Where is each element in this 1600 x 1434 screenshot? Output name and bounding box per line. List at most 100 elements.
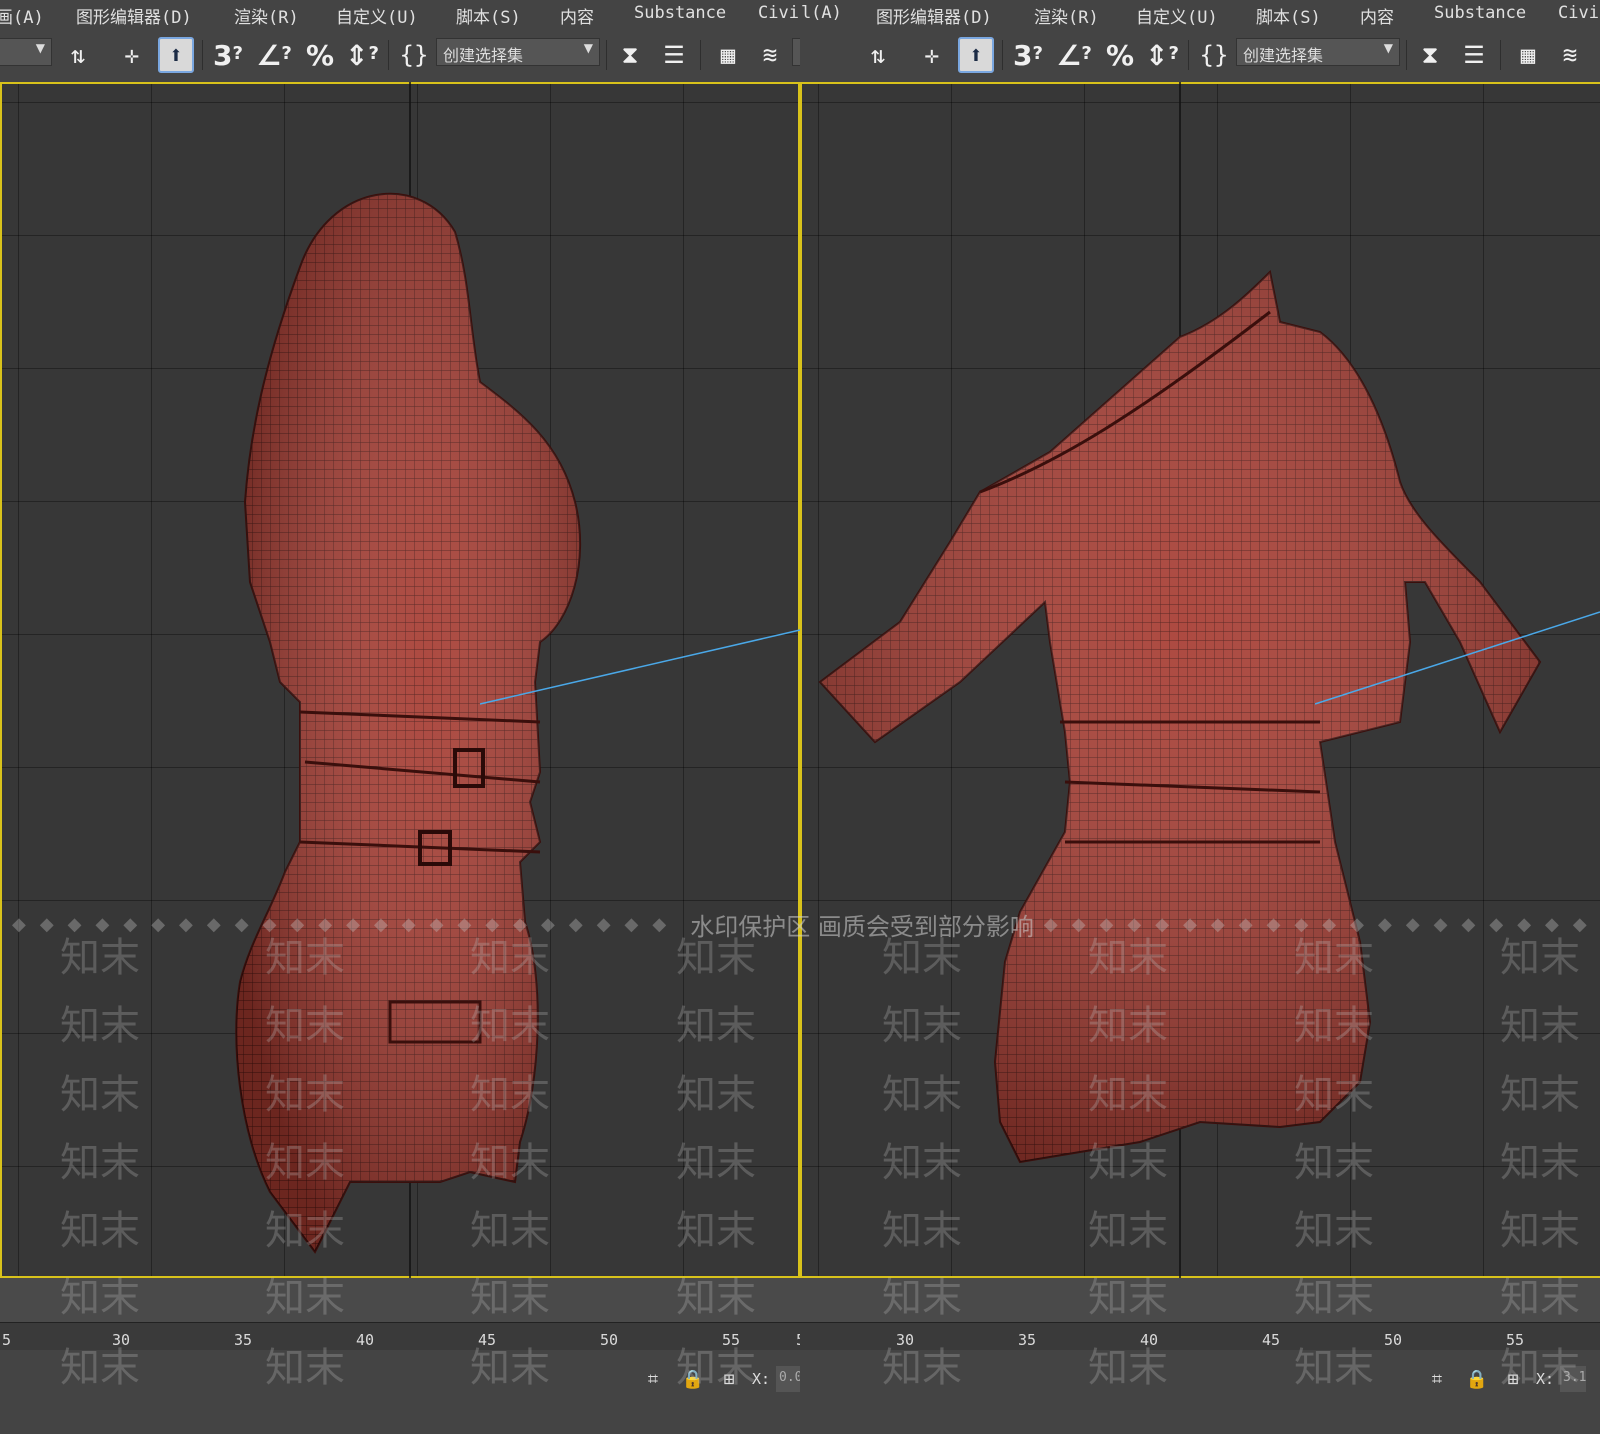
layer-dropdown[interactable]: ▼ <box>792 38 800 66</box>
filter-dropdown[interactable]: ▼ <box>0 38 52 66</box>
snap-3d-icon[interactable]: 3? <box>1010 37 1046 73</box>
menu-bar: 图形编辑器(D) 渲染(R) 自定义(U) 脚本(S) 内容 Substance… <box>800 0 1600 28</box>
viewport-right[interactable] <box>800 82 1600 1278</box>
isolate-selection-icon[interactable]: ⌗ <box>1426 1368 1448 1390</box>
menu-item-graph-editors[interactable]: 图形编辑器(D) <box>76 3 192 28</box>
timeline[interactable]: 5 30 35 40 45 50 55 <box>800 1278 1600 1351</box>
scene-explorer-icon[interactable]: ▦ <box>1510 37 1546 73</box>
select-link-icon[interactable]: ⇅ <box>60 37 96 73</box>
mirror-icon[interactable]: ⧗ <box>612 37 648 73</box>
edit-named-selection-icon[interactable]: {} <box>396 37 432 73</box>
move-icon[interactable]: ✛ <box>114 37 150 73</box>
mirror-icon[interactable]: ⧗ <box>1412 37 1448 73</box>
menu-bar: 画(A) 图形编辑器(D) 渲染(R) 自定义(U) 脚本(S) 内容 Subs… <box>0 0 800 28</box>
viewport-left-canvas <box>235 82 800 1278</box>
left-panel: 画(A) 图形编辑器(D) 渲染(R) 自定义(U) 脚本(S) 内容 Subs… <box>0 0 800 1434</box>
toolbar-divider <box>1500 40 1501 70</box>
tick-label: 35 <box>1018 1331 1037 1349</box>
menu-item-customize[interactable]: 自定义(U) <box>336 3 418 28</box>
layer-explorer-icon[interactable]: ≋ <box>1552 37 1588 73</box>
tick-label: 55 <box>1506 1331 1525 1349</box>
spinner-snap-label: ⇕ <box>1145 38 1169 72</box>
selection-set-placeholder: 创建选择集 <box>1243 46 1324 65</box>
lock-icon[interactable]: 🔒 <box>682 1368 704 1390</box>
tick-label: 50 <box>600 1331 619 1349</box>
timeline-ruler[interactable]: 5 30 35 40 45 50 55 5 <box>0 1322 800 1351</box>
menu-item-graph-editors[interactable]: 图形编辑器(D) <box>876 3 992 28</box>
select-object-icon[interactable]: ⬆ <box>958 37 994 73</box>
snap-3d-label: 3 <box>1013 38 1033 72</box>
angle-snap-icon[interactable]: ∠? <box>256 37 292 73</box>
x-coord-label: X: <box>1536 1370 1555 1388</box>
menu-item-scripting[interactable]: 脚本(S) <box>456 3 521 28</box>
menu-item-civil[interactable]: Civil(A) <box>800 3 842 23</box>
tick-label: 40 <box>356 1331 375 1349</box>
menu-item-substance[interactable]: Substance <box>1434 3 1526 23</box>
timeline[interactable]: 5 30 35 40 45 50 55 5 <box>0 1278 800 1351</box>
tick-label: 30 <box>112 1331 131 1349</box>
select-link-icon[interactable]: ⇅ <box>860 37 896 73</box>
menu-item-rendering[interactable]: 渲染(R) <box>1034 3 1099 28</box>
toolbar-divider <box>1188 40 1189 70</box>
angle-snap-icon[interactable]: ∠? <box>1056 37 1092 73</box>
percent-snap-label: % <box>305 38 335 72</box>
isolate-selection-icon[interactable]: ⌗ <box>642 1368 664 1390</box>
timeline-ruler[interactable]: 5 30 35 40 45 50 55 <box>800 1322 1600 1351</box>
right-panel: 图形编辑器(D) 渲染(R) 自定义(U) 脚本(S) 内容 Substance… <box>800 0 1600 1434</box>
snap-3d-label: 3 <box>213 38 233 72</box>
chevron-down-icon: ▼ <box>1383 41 1393 55</box>
toolbar-divider <box>388 40 389 70</box>
menu-item-civil[interactable]: Civil(A) <box>1558 3 1600 23</box>
spinner-snap-icon[interactable]: ⇕? <box>344 37 380 73</box>
menu-item-animation[interactable]: 画(A) <box>0 3 44 28</box>
tick-label: 45 <box>1262 1331 1281 1349</box>
menu-item-customize[interactable]: 自定义(U) <box>1136 3 1218 28</box>
absolute-mode-icon[interactable]: ⊞ <box>718 1368 740 1390</box>
absolute-mode-icon[interactable]: ⊞ <box>1502 1368 1524 1390</box>
toolbar-divider <box>202 40 203 70</box>
move-icon[interactable]: ✛ <box>914 37 950 73</box>
chevron-down-icon: ▼ <box>583 41 593 55</box>
x-coord-label: X: <box>752 1370 771 1388</box>
toolbar-divider <box>1406 40 1407 70</box>
menu-item-rendering[interactable]: 渲染(R) <box>234 3 299 28</box>
scene-explorer-icon[interactable]: ▦ <box>710 37 746 73</box>
select-object-icon[interactable]: ⬆ <box>158 37 194 73</box>
selection-set-dropdown[interactable]: 创建选择集 ▼ <box>436 38 600 66</box>
toolbar-divider <box>606 40 607 70</box>
tick-label: 5 <box>2 1331 12 1349</box>
menu-item-substance[interactable]: Substance <box>634 3 726 23</box>
tick-label: 35 <box>234 1331 253 1349</box>
spinner-snap-icon[interactable]: ⇕? <box>1144 37 1180 73</box>
toolbar-divider <box>1002 40 1003 70</box>
garment-shading <box>820 272 1540 1162</box>
edit-named-selection-icon[interactable]: {} <box>1196 37 1232 73</box>
selection-set-placeholder: 创建选择集 <box>443 46 524 65</box>
snap-3d-icon[interactable]: 3? <box>210 37 246 73</box>
viewport-right-canvas <box>818 82 1600 1278</box>
menu-item-content[interactable]: 内容 <box>560 3 594 28</box>
toolbar-divider <box>700 40 701 70</box>
tick-label: 40 <box>1140 1331 1159 1349</box>
angle-snap-label: ∠ <box>1056 38 1082 72</box>
main-toolbar: ⇅ ✛ ⬆ 3? ∠? % ⇕? {} 创建选择集 ▼ ⧗ ☰ ▦ ≋ <box>800 28 1600 83</box>
percent-snap-icon[interactable]: % <box>302 37 338 73</box>
status-bar: ⌗ 🔒 ⊞ X: 3.1 <box>800 1350 1600 1434</box>
lock-icon[interactable]: 🔒 <box>1466 1368 1488 1390</box>
viewport-left[interactable] <box>0 82 800 1278</box>
menu-item-content[interactable]: 内容 <box>1360 3 1394 28</box>
percent-snap-icon[interactable]: % <box>1102 37 1138 73</box>
spinner-snap-label: ⇕ <box>345 38 369 72</box>
x-coord-field[interactable]: 3.1 <box>1560 1366 1586 1392</box>
x-coord-field[interactable]: 0.0 <box>776 1366 800 1392</box>
align-icon[interactable]: ☰ <box>1456 37 1492 73</box>
main-toolbar: ▼ ⇅ ✛ ⬆ 3? ∠? % ⇕? {} 创建选择集 ▼ ⧗ ☰ ▦ ≋ ▼ <box>0 28 800 83</box>
tick-label: 30 <box>896 1331 915 1349</box>
menu-item-civil[interactable]: Civil(A) <box>758 3 800 23</box>
selection-set-dropdown[interactable]: 创建选择集 ▼ <box>1236 38 1400 66</box>
layer-explorer-icon[interactable]: ≋ <box>752 37 788 73</box>
align-icon[interactable]: ☰ <box>656 37 692 73</box>
chevron-down-icon: ▼ <box>35 41 45 55</box>
menu-item-scripting[interactable]: 脚本(S) <box>1256 3 1321 28</box>
tick-label: 55 <box>722 1331 741 1349</box>
